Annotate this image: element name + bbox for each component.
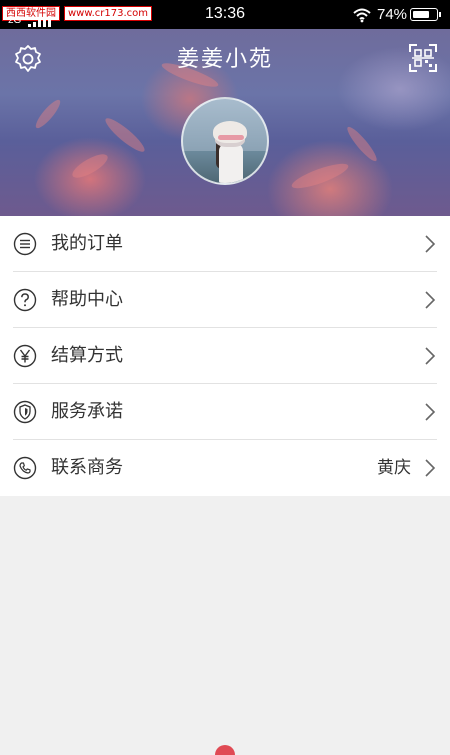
chevron-right-icon (425, 459, 436, 477)
status-bar: 西西软件园 www.cr173.com 2G 13:36 74% (0, 0, 450, 29)
battery-percent: 74% (377, 6, 408, 23)
menu-list: 我的订单 帮助中心 结算方式 服务承诺 联系商务 黄庆 (0, 216, 450, 496)
menu-item-contact[interactable]: 联系商务 黄庆 (0, 440, 450, 496)
chevron-right-icon (425, 347, 436, 365)
page-title: 姜姜小苑 (176, 47, 273, 72)
chevron-right-icon (425, 235, 436, 253)
avatar[interactable] (181, 97, 269, 185)
chevron-right-icon (425, 291, 436, 309)
menu-item-service[interactable]: 服务承诺 (0, 384, 450, 440)
menu-item-label: 结算方式 (51, 345, 123, 366)
list-icon (13, 232, 37, 256)
contact-name: 黄庆 (377, 458, 411, 478)
menu-item-label: 服务承诺 (51, 401, 123, 422)
menu-item-orders[interactable]: 我的订单 (0, 216, 450, 272)
question-icon (13, 288, 37, 312)
wifi-icon (353, 8, 371, 23)
menu-item-payment[interactable]: 结算方式 (0, 328, 450, 384)
phone-icon (13, 456, 37, 480)
battery-fill (413, 11, 429, 18)
menu-item-label: 我的订单 (51, 233, 123, 254)
qr-scan-icon[interactable] (408, 43, 438, 73)
chevron-right-icon (425, 403, 436, 421)
battery-icon (410, 8, 441, 21)
home-tab-indicator[interactable] (215, 745, 235, 755)
shield-icon (13, 400, 37, 424)
profile-header: 姜姜小苑 (0, 29, 450, 216)
yen-icon (13, 344, 37, 368)
menu-item-label: 联系商务 (51, 457, 123, 478)
menu-item-label: 帮助中心 (51, 289, 123, 310)
menu-item-help[interactable]: 帮助中心 (0, 272, 450, 328)
